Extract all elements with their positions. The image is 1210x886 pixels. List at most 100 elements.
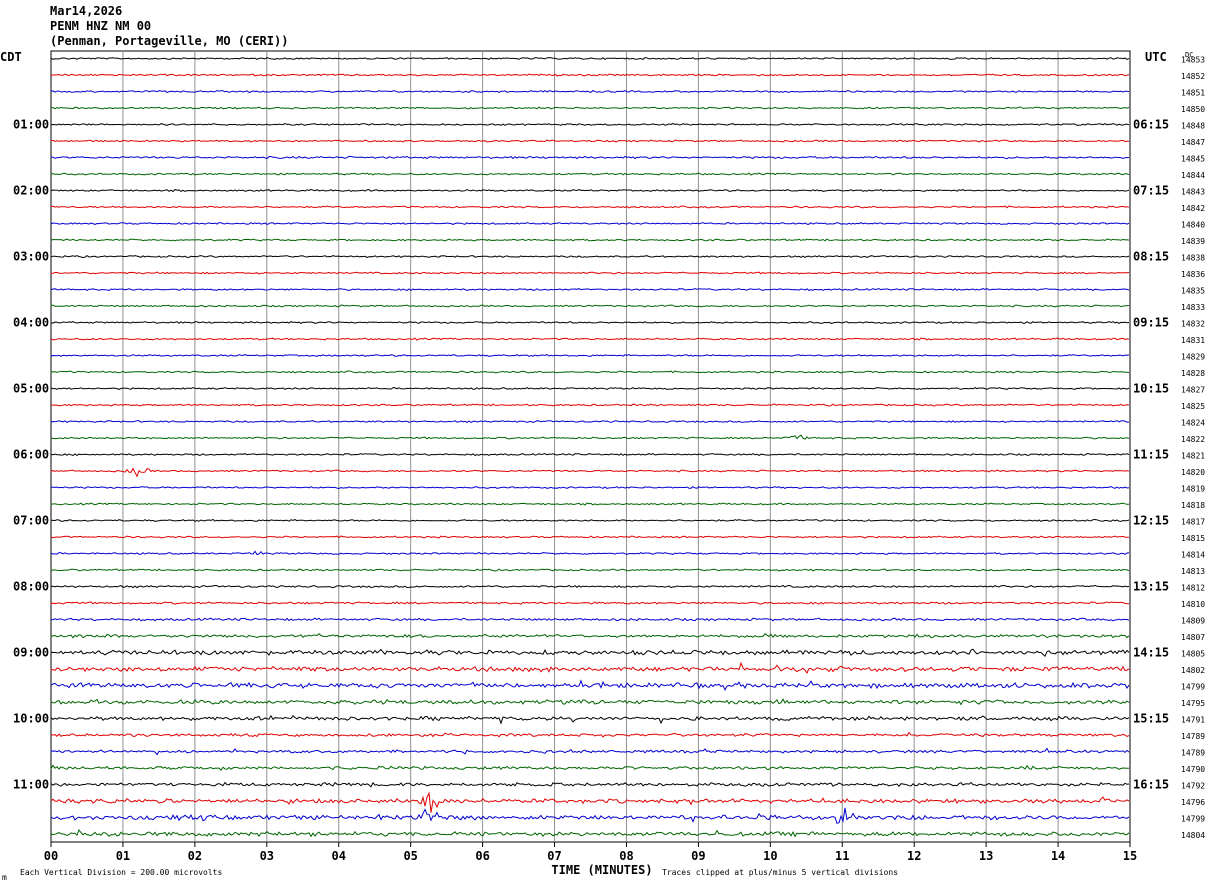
dc-offset-label: 14820 — [1181, 468, 1205, 477]
x-tick-label: 13 — [979, 849, 993, 863]
trace-line — [50, 205, 1130, 209]
trace-line — [50, 518, 1130, 522]
trace-line — [50, 434, 1130, 440]
trace-line — [50, 370, 1130, 374]
trace-line — [50, 387, 1130, 390]
cdt-hour-label: 03:00 — [13, 250, 49, 264]
dc-offset-label: 14822 — [1181, 435, 1205, 444]
trace-line — [50, 661, 1130, 674]
trace-line — [50, 122, 1130, 126]
trace-line — [50, 807, 1130, 824]
dc-offset-label: 14817 — [1181, 518, 1205, 527]
dc-offset-label: 14819 — [1181, 485, 1205, 494]
dc-offset-label: 14833 — [1181, 303, 1205, 312]
x-tick-label: 10 — [763, 849, 777, 863]
dc-offset-label: 14847 — [1181, 138, 1205, 147]
x-tick-label: 12 — [907, 849, 921, 863]
dc-offset-label: 14838 — [1181, 254, 1205, 263]
dc-offset-label: 14795 — [1181, 699, 1205, 708]
cdt-hour-label: 10:00 — [13, 712, 49, 726]
cdt-hour-label: 09:00 — [13, 646, 49, 660]
dc-offset-label: 14815 — [1181, 534, 1205, 543]
trace-line — [50, 714, 1130, 725]
dc-offset-label: 14835 — [1181, 287, 1205, 296]
trace-line — [50, 57, 1130, 61]
dc-offset-label: 14827 — [1181, 386, 1205, 395]
trace-line — [50, 679, 1130, 692]
dc-offset-label: 14825 — [1181, 402, 1205, 411]
dc-offset-label: 14824 — [1181, 419, 1205, 428]
utc-hour-label: 09:15 — [1133, 316, 1169, 330]
utc-hour-label: 13:15 — [1133, 580, 1169, 594]
dc-offset-label: 14831 — [1181, 336, 1205, 345]
cdt-hour-label: 11:00 — [13, 778, 49, 792]
trace-line — [50, 764, 1129, 772]
x-tick-label: 06 — [475, 849, 489, 863]
utc-hour-label: 11:15 — [1133, 448, 1169, 462]
cdt-hour-label: 08:00 — [13, 580, 49, 594]
trace-line — [50, 632, 1130, 639]
dc-offset-label: 14840 — [1181, 221, 1205, 230]
dc-offset-label: 14799 — [1181, 683, 1205, 692]
trace-line — [50, 601, 1130, 605]
trace-line — [50, 321, 1130, 325]
trace-line — [50, 568, 1130, 572]
trace-line — [50, 89, 1130, 94]
dc-offset-label: 14789 — [1181, 749, 1205, 758]
dc-offset-label: 14832 — [1181, 320, 1205, 329]
dc-offset-label: 14802 — [1181, 666, 1205, 675]
cdt-hour-label: 04:00 — [13, 316, 49, 330]
trace-line — [50, 829, 1130, 838]
dc-offset-label: 14809 — [1181, 617, 1205, 626]
trace-line — [50, 550, 1130, 556]
x-tick-label: 02 — [188, 849, 202, 863]
cdt-hour-label: 05:00 — [13, 382, 49, 396]
utc-label: UTC — [1145, 50, 1167, 64]
trace-line — [50, 453, 1130, 457]
x-tick-label: 15 — [1123, 849, 1137, 863]
dc-offset-label: 14829 — [1181, 353, 1205, 362]
trace-line — [50, 535, 1130, 539]
trace-line — [50, 221, 1130, 225]
dc-offset-label: 14836 — [1181, 270, 1205, 279]
dc-offset-label: 14790 — [1181, 765, 1205, 774]
dc-offset-label: 14813 — [1181, 567, 1205, 576]
trace-line — [50, 791, 1130, 813]
trace-line — [50, 420, 1130, 423]
dc-offset-label: 14842 — [1181, 204, 1205, 213]
utc-hour-label: 08:15 — [1133, 250, 1169, 264]
trace-line — [50, 172, 1130, 176]
x-tick-label: 04 — [332, 849, 346, 863]
trace-line — [50, 731, 1130, 738]
trace-line — [50, 584, 1130, 589]
plot-frame — [50, 50, 1131, 843]
trace-line — [50, 73, 1130, 77]
trace-line — [50, 155, 1130, 160]
trace-line — [50, 698, 1130, 706]
cdt-hour-label: 01:00 — [13, 118, 49, 132]
trace-line — [50, 106, 1130, 110]
utc-hour-label: 15:15 — [1133, 712, 1169, 726]
cdt-label: CDT — [0, 50, 22, 64]
dc-offset-label: 14839 — [1181, 237, 1205, 246]
trace-line — [50, 238, 1130, 242]
dc-offset-label: 14810 — [1181, 600, 1205, 609]
seismogram-chart: 1485314852148511485014848148471484514844… — [0, 50, 1205, 882]
clip-footnote: Traces clipped at plus/minus 5 vertical … — [662, 868, 898, 877]
x-tick-label: 01 — [116, 849, 130, 863]
dc-offset-label: 14852 — [1181, 72, 1205, 81]
x-tick-label: 03 — [260, 849, 274, 863]
trace-line — [50, 139, 1130, 143]
trace-line — [50, 781, 1130, 788]
trace-line — [50, 254, 1130, 259]
x-tick-label: 08 — [619, 849, 633, 863]
trace-line — [50, 747, 1130, 756]
dc-offset-label: 14818 — [1181, 501, 1205, 510]
utc-hour-label: 16:15 — [1133, 778, 1169, 792]
dc-offset-label: 14828 — [1181, 369, 1205, 378]
utc-hour-label: 14:15 — [1133, 646, 1169, 660]
dc-offset-label: 14796 — [1181, 798, 1205, 807]
trace-line — [50, 337, 1130, 341]
dc-offset-label: 14791 — [1181, 716, 1205, 725]
trace-line — [50, 486, 1130, 490]
